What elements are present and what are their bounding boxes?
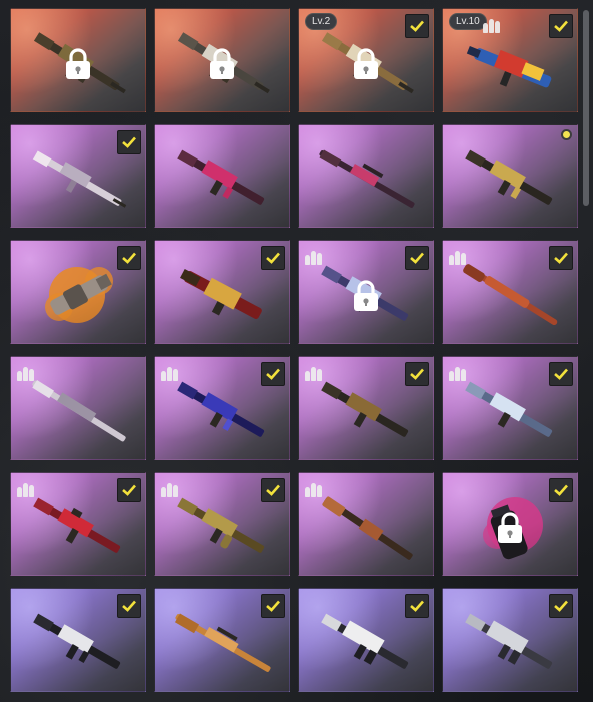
skin-card-4[interactable]: Lv.10 — [442, 8, 578, 112]
skin-card-12[interactable] — [442, 240, 578, 344]
weapon-skin-grid: Lv.2 Lv.10 — [10, 8, 578, 692]
selected-checkmark-icon[interactable] — [261, 362, 285, 386]
skin-card-9[interactable] — [10, 240, 146, 344]
skin-card-21[interactable] — [10, 588, 146, 692]
skin-card-24[interactable] — [442, 588, 578, 692]
skin-card-11[interactable] — [298, 240, 434, 344]
lock-icon — [210, 48, 234, 80]
pump-shotgun-icon — [322, 496, 413, 560]
lock-icon — [354, 280, 378, 312]
selected-checkmark-icon[interactable] — [549, 14, 573, 38]
lock-icon — [66, 48, 90, 80]
ammo-icon — [305, 479, 325, 497]
skin-card-15[interactable] — [298, 356, 434, 460]
skin-card-23[interactable] — [298, 588, 434, 692]
selected-checkmark-icon[interactable] — [117, 594, 141, 618]
ammo-icon — [305, 247, 325, 265]
assault-rifle-icon — [465, 149, 553, 205]
skin-card-22[interactable] — [154, 588, 290, 692]
ammo-icon — [17, 479, 37, 497]
selected-checkmark-icon[interactable] — [549, 594, 573, 618]
selected-checkmark-icon[interactable] — [117, 246, 141, 270]
ammo-icon — [161, 363, 181, 381]
skin-card-20[interactable] — [442, 472, 578, 576]
ammo-icon — [449, 247, 469, 265]
skin-card-17[interactable] — [10, 472, 146, 576]
skin-card-6[interactable] — [154, 124, 290, 228]
skin-card-2[interactable] — [154, 8, 290, 112]
selected-checkmark-icon[interactable] — [405, 246, 429, 270]
skin-card-14[interactable] — [154, 356, 290, 460]
sniper-rifle-icon — [319, 149, 415, 208]
assault-rifle-icon — [177, 149, 265, 205]
selected-checkmark-icon[interactable] — [117, 130, 141, 154]
skin-card-13[interactable] — [10, 356, 146, 460]
lock-icon — [354, 48, 378, 80]
lock-icon — [498, 512, 522, 544]
ammo-icon — [161, 479, 181, 497]
selected-checkmark-icon[interactable] — [261, 246, 285, 270]
skin-card-10[interactable] — [154, 240, 290, 344]
new-item-dot-icon — [561, 129, 572, 140]
selected-checkmark-icon[interactable] — [261, 478, 285, 502]
level-badge: Lv.2 — [305, 13, 338, 30]
selected-checkmark-icon[interactable] — [405, 362, 429, 386]
selected-checkmark-icon[interactable] — [405, 594, 429, 618]
level-badge: Lv.10 — [449, 13, 487, 30]
ammo-icon — [305, 363, 325, 381]
sniper-rifle-icon — [32, 380, 126, 442]
skin-card-18[interactable] — [154, 472, 290, 576]
skin-card-19[interactable] — [298, 472, 434, 576]
selected-checkmark-icon[interactable] — [261, 594, 285, 618]
ammo-icon — [449, 363, 469, 381]
selected-checkmark-icon[interactable] — [405, 14, 429, 38]
skin-card-1[interactable] — [10, 8, 146, 112]
selected-checkmark-icon[interactable] — [549, 246, 573, 270]
selected-checkmark-icon[interactable] — [117, 478, 141, 502]
skin-card-7[interactable] — [298, 124, 434, 228]
skin-card-3[interactable]: Lv.2 — [298, 8, 434, 112]
scrollbar[interactable] — [583, 10, 589, 206]
skin-card-16[interactable] — [442, 356, 578, 460]
skin-card-5[interactable] — [10, 124, 146, 228]
skin-card-8[interactable] — [442, 124, 578, 228]
selected-checkmark-icon[interactable] — [549, 362, 573, 386]
selected-checkmark-icon[interactable] — [549, 478, 573, 502]
ammo-icon — [17, 363, 37, 381]
ammo-icon — [483, 15, 503, 33]
